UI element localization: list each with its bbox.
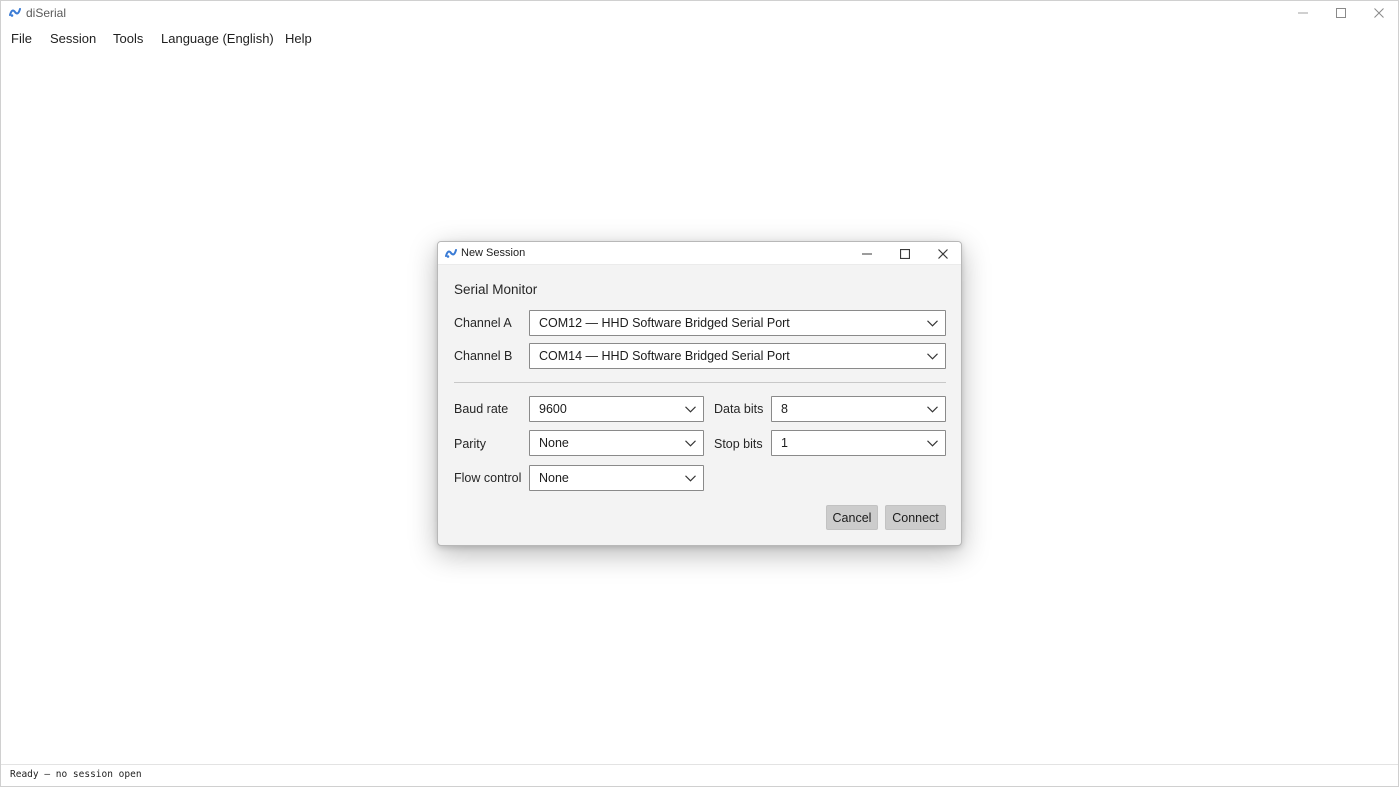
minimize-icon bbox=[1298, 12, 1308, 14]
baud-rate-label: Baud rate bbox=[454, 402, 509, 416]
stop-bits-select[interactable]: 1 bbox=[771, 430, 946, 456]
chevron-down-icon bbox=[927, 353, 938, 360]
data-bits-select[interactable]: 8 bbox=[771, 396, 946, 422]
menu-tools[interactable]: Tools bbox=[113, 31, 143, 46]
channel-b-label: Channel B bbox=[454, 349, 513, 363]
dialog-minimize-button[interactable] bbox=[852, 242, 882, 265]
window-title: diSerial bbox=[26, 6, 67, 20]
flow-control-select[interactable]: None bbox=[529, 465, 704, 491]
new-session-dialog: New Session Serial Monitor Channel A COM… bbox=[437, 241, 962, 546]
chevron-down-icon bbox=[685, 406, 696, 413]
close-icon bbox=[1374, 8, 1384, 18]
chevron-down-icon bbox=[685, 440, 696, 447]
menu-language[interactable]: Language (English) bbox=[161, 31, 274, 46]
baud-rate-select[interactable]: 9600 bbox=[529, 396, 704, 422]
maximize-icon bbox=[900, 248, 910, 259]
channel-b-value: COM14 — HHD Software Bridged Serial Port bbox=[539, 349, 790, 363]
channel-a-label: Channel A bbox=[454, 316, 512, 330]
dialog-maximize-button[interactable] bbox=[890, 242, 920, 265]
dialog-title: New Session bbox=[461, 247, 526, 259]
status-text: Ready — no session open bbox=[10, 769, 142, 780]
dialog-close-button[interactable] bbox=[928, 242, 958, 265]
parity-value: None bbox=[539, 436, 569, 450]
parity-label: Parity bbox=[454, 437, 486, 451]
chevron-down-icon bbox=[927, 406, 938, 413]
close-button[interactable] bbox=[1360, 1, 1398, 25]
baud-rate-value: 9600 bbox=[539, 402, 567, 416]
menu-session[interactable]: Session bbox=[50, 31, 96, 46]
minimize-button[interactable] bbox=[1284, 1, 1322, 25]
chevron-down-icon bbox=[927, 440, 938, 447]
connect-button[interactable]: Connect bbox=[885, 505, 946, 530]
menu-help[interactable]: Help bbox=[285, 31, 312, 46]
chevron-down-icon bbox=[685, 475, 696, 482]
data-bits-label: Data bits bbox=[714, 402, 764, 416]
statusbar: Ready — no session open bbox=[1, 764, 1398, 786]
minimize-icon bbox=[862, 253, 872, 254]
close-icon bbox=[938, 248, 948, 259]
parity-select[interactable]: None bbox=[529, 430, 704, 456]
channel-b-select[interactable]: COM14 — HHD Software Bridged Serial Port bbox=[529, 343, 946, 369]
flow-control-value: None bbox=[539, 471, 569, 485]
diserial-logo-icon bbox=[9, 8, 21, 17]
flow-control-label: Flow control bbox=[454, 471, 522, 485]
cancel-button[interactable]: Cancel bbox=[826, 505, 878, 530]
menu-file[interactable]: File bbox=[11, 31, 32, 46]
stop-bits-label: Stop bits bbox=[714, 437, 763, 451]
stop-bits-value: 1 bbox=[781, 436, 788, 450]
dialog-titlebar[interactable]: New Session bbox=[438, 242, 961, 265]
divider bbox=[454, 382, 946, 383]
maximize-icon bbox=[1336, 8, 1346, 18]
maximize-button[interactable] bbox=[1322, 1, 1360, 25]
chevron-down-icon bbox=[927, 320, 938, 327]
diserial-logo-icon bbox=[445, 249, 457, 258]
data-bits-value: 8 bbox=[781, 402, 788, 416]
channel-a-value: COM12 — HHD Software Bridged Serial Port bbox=[539, 316, 790, 330]
channel-a-select[interactable]: COM12 — HHD Software Bridged Serial Port bbox=[529, 310, 946, 336]
window-titlebar[interactable]: diSerial bbox=[1, 1, 1398, 25]
section-heading: Serial Monitor bbox=[454, 282, 538, 297]
